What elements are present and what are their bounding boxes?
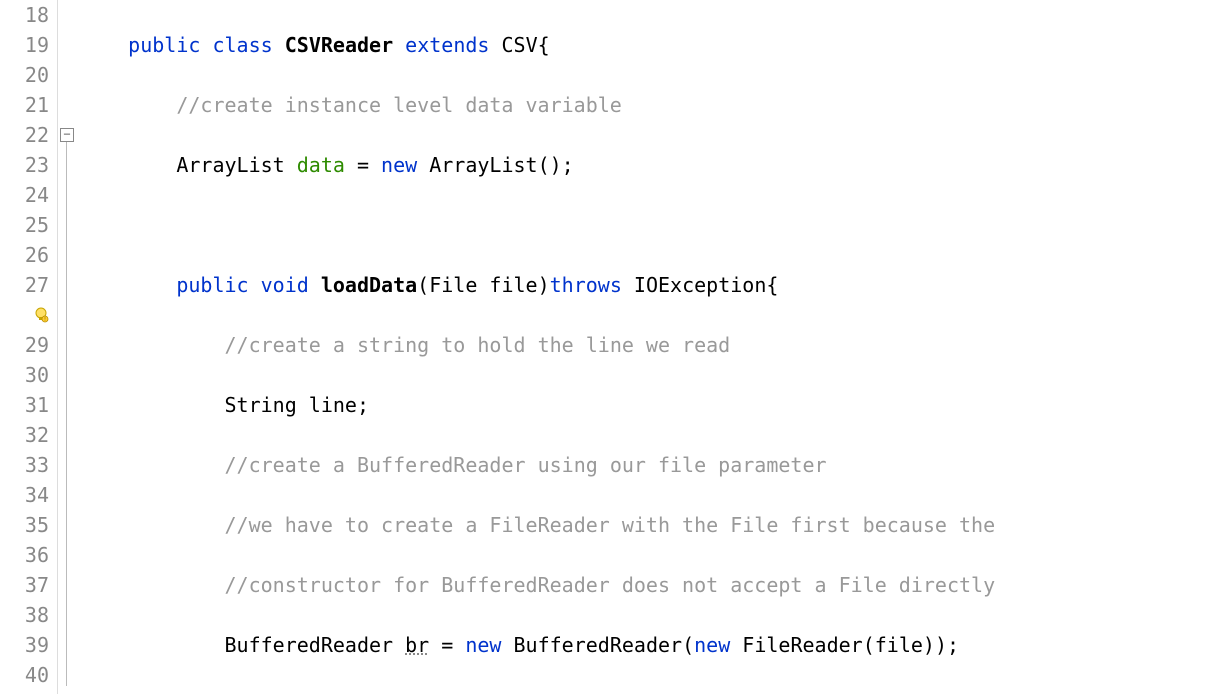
line-number: 37 (0, 570, 49, 600)
code-area[interactable]: public class CSVReader extends CSV{ //cr… (76, 0, 1214, 694)
line-number: 39 (0, 630, 49, 660)
code-line[interactable] (80, 690, 1214, 694)
code-line[interactable]: //we have to create a FileReader with th… (80, 510, 1214, 540)
code-line[interactable]: ArrayList data = new ArrayList(); (80, 150, 1214, 180)
line-number: 31 (0, 390, 49, 420)
line-number: 18 (0, 0, 49, 30)
fold-gutter: − (58, 0, 76, 694)
line-number: 26 (0, 240, 49, 270)
code-line[interactable]: //constructor for BufferedReader does no… (80, 570, 1214, 600)
line-number: 35 (0, 510, 49, 540)
code-editor[interactable]: 18 19 20 21 22 23 24 25 26 27 ! 29 30 31… (0, 0, 1214, 694)
code-line[interactable]: BufferedReader br = new BufferedReader(n… (80, 630, 1214, 660)
hint-lightbulb-icon[interactable]: ! (0, 300, 49, 330)
line-number: 32 (0, 420, 49, 450)
line-number: 27 (0, 270, 49, 300)
line-number: 19 (0, 30, 49, 60)
line-number: 29 (0, 330, 49, 360)
line-number: 23 (0, 150, 49, 180)
fold-toggle-icon[interactable]: − (60, 128, 74, 142)
line-number: 38 (0, 600, 49, 630)
line-number-gutter: 18 19 20 21 22 23 24 25 26 27 ! 29 30 31… (0, 0, 58, 694)
line-number: 24 (0, 180, 49, 210)
code-line[interactable]: public class CSVReader extends CSV{ (80, 30, 1214, 60)
code-line[interactable]: //create a string to hold the line we re… (80, 330, 1214, 360)
line-number: 20 (0, 60, 49, 90)
code-line[interactable]: //create a BufferedReader using our file… (80, 450, 1214, 480)
line-number: 22 (0, 120, 49, 150)
line-number: 36 (0, 540, 49, 570)
code-line[interactable]: public void loadData(File file)throws IO… (80, 270, 1214, 300)
code-line[interactable] (80, 210, 1214, 240)
line-number: 33 (0, 450, 49, 480)
line-number: 25 (0, 210, 49, 240)
line-number: 34 (0, 480, 49, 510)
code-line[interactable]: String line; (80, 390, 1214, 420)
line-number: 21 (0, 90, 49, 120)
line-number: 30 (0, 360, 49, 390)
line-number: 40 (0, 660, 49, 690)
svg-text:!: ! (43, 317, 46, 323)
code-line[interactable]: //create instance level data variable (80, 90, 1214, 120)
